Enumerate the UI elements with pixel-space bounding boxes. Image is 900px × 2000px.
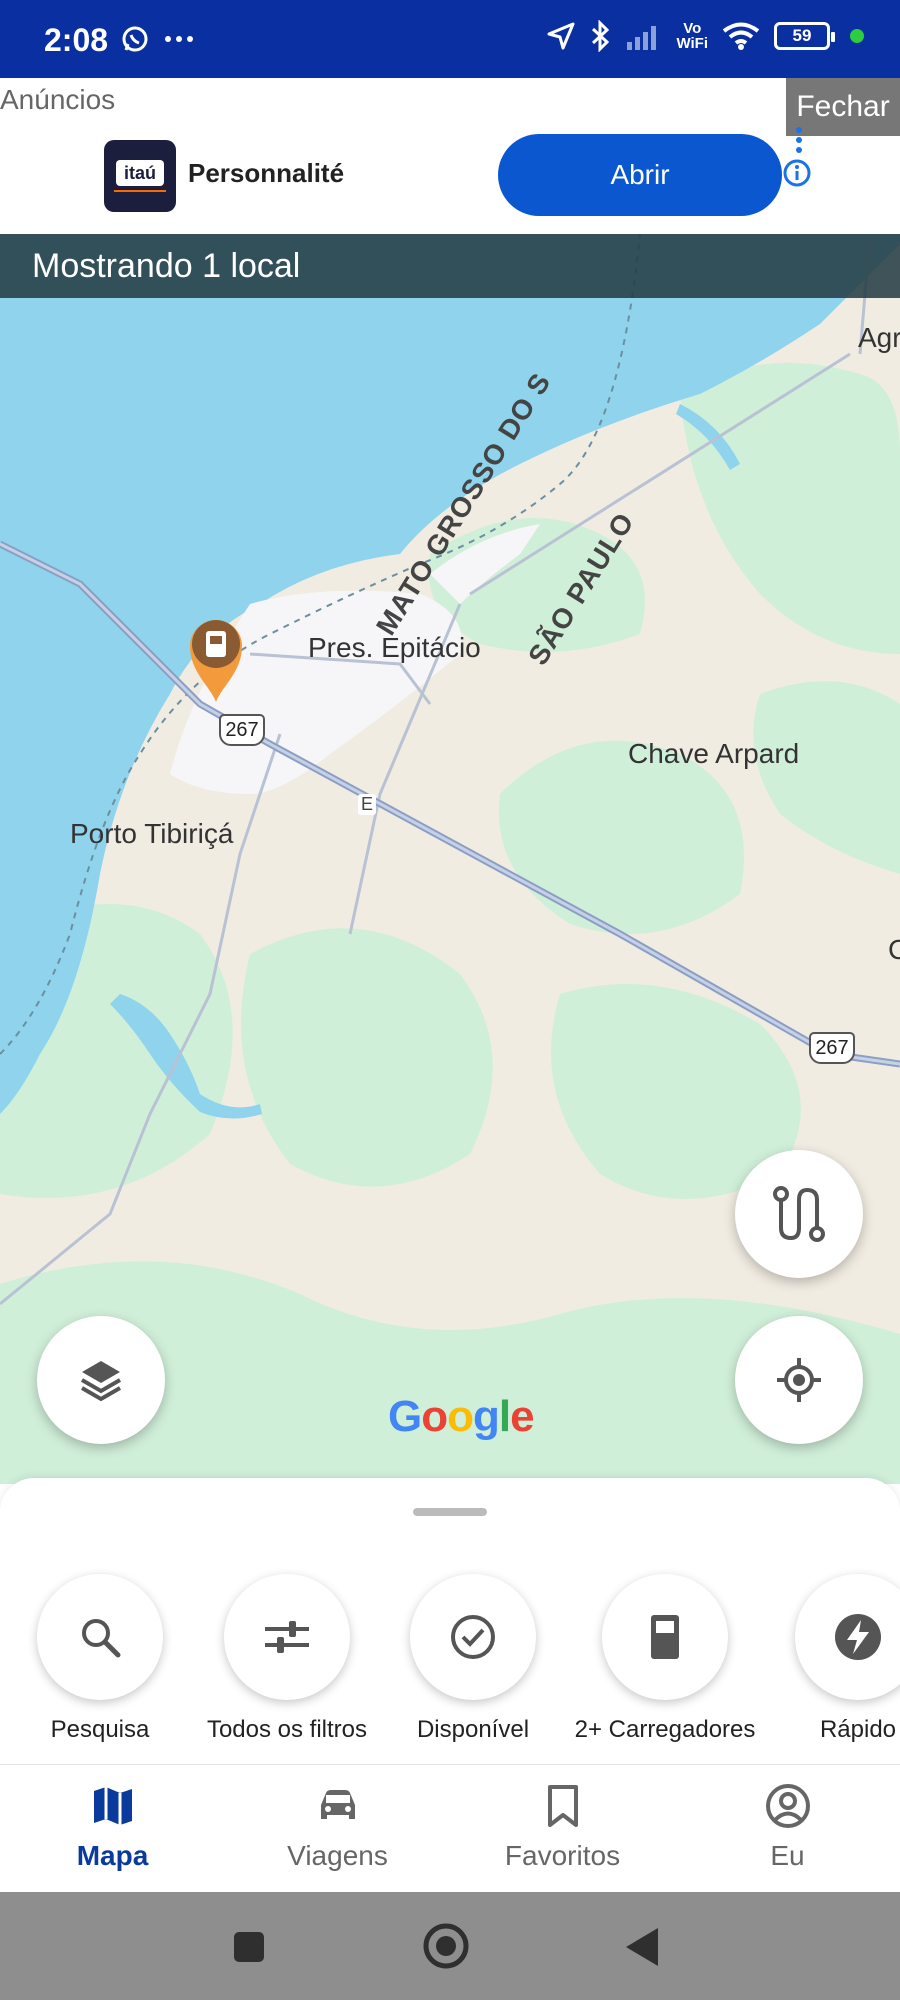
ad-banner: Anúncios Fechar itaú Personnalité Abrir <box>0 78 900 234</box>
ad-options-icon[interactable] <box>794 126 804 156</box>
search-icon <box>82 1619 121 1658</box>
recents-icon[interactable] <box>232 1930 266 1964</box>
route-button[interactable] <box>735 1150 863 1278</box>
filter-chip-label: Pesquisa <box>50 1716 150 1743</box>
google-letter: o <box>421 1392 448 1441</box>
map-label-porto-tibirica[interactable]: Porto Tibiriçá <box>70 818 233 850</box>
map-view[interactable]: MATO GROSSO DO S SÃO PAULO Agr Pres. Epi… <box>0 234 900 1484</box>
ad-logo-text: itaú <box>116 160 164 186</box>
my-location-button[interactable] <box>735 1316 863 1444</box>
more-dots-icon <box>165 36 193 42</box>
filter-chip-circle[interactable] <box>602 1574 728 1700</box>
filter-chip-available[interactable]: Disponível <box>381 1574 565 1744</box>
location-arrow-icon <box>547 22 575 50</box>
road-marker-e: E <box>358 794 377 815</box>
ad-info-icon[interactable] <box>782 158 812 188</box>
filter-chip-circle[interactable] <box>37 1574 163 1700</box>
bolt-icon <box>835 1614 881 1660</box>
map-label-edge-c: C <box>888 934 900 965</box>
map-base <box>0 234 900 1484</box>
google-letter: l <box>498 1392 511 1441</box>
nav-tab-label: Favoritos <box>504 1840 621 1871</box>
filter-chip-label: Rápido <box>819 1716 897 1743</box>
layers-button[interactable] <box>37 1316 165 1444</box>
filter-sheet: Pesquisa Todos os filtros Disponível 2+ … <box>0 1478 900 1764</box>
charger-pin-icon[interactable] <box>184 612 248 704</box>
status-time: 2:08 <box>44 22 109 58</box>
home-icon[interactable] <box>422 1922 470 1970</box>
filter-chip-all-filters[interactable]: Todos os filtros <box>195 1574 379 1744</box>
ad-label: Anúncios <box>0 84 116 115</box>
map-icon <box>93 1787 132 1825</box>
nav-tab-label: Viagens <box>287 1840 388 1871</box>
vowifi-bottom: WiFi <box>676 35 708 52</box>
road-shield-267: 267 <box>809 1032 855 1064</box>
back-icon[interactable] <box>624 1926 660 1968</box>
filter-chip-fast[interactable]: Rápido <box>766 1574 900 1744</box>
filter-chip-2plus-chargers[interactable]: 2+ Carregadores <box>573 1574 757 1744</box>
bluetooth-icon <box>592 20 610 52</box>
results-count-banner: Mostrando 1 local <box>0 234 900 298</box>
account-icon <box>765 1784 810 1828</box>
filter-chip-label: Disponível <box>416 1716 530 1743</box>
nav-tab-me[interactable]: Eu <box>675 1783 900 1872</box>
nav-tab-map[interactable]: Mapa <box>0 1783 225 1872</box>
fuel-pump-icon <box>651 1615 679 1659</box>
signal-icon <box>627 26 657 50</box>
filter-chip-circle[interactable] <box>410 1574 536 1700</box>
privacy-dot <box>850 29 864 43</box>
map-label-chave-arpard[interactable]: Chave Arpard <box>628 738 799 770</box>
nav-tab-trips[interactable]: Viagens <box>225 1783 450 1872</box>
wifi-icon <box>722 22 760 50</box>
sliders-icon <box>265 1621 309 1653</box>
bottom-navigation: Mapa Viagens Favoritos Eu <box>0 1764 900 1892</box>
google-letter: o <box>447 1392 474 1441</box>
filter-chip-circle[interactable] <box>224 1574 350 1700</box>
bookmark-icon <box>547 1785 578 1827</box>
filter-chip-circle[interactable] <box>795 1574 900 1700</box>
map-label-agr: Agr <box>858 322 900 353</box>
filter-chip-search[interactable]: Pesquisa <box>8 1574 192 1744</box>
nav-tab-favorites[interactable]: Favoritos <box>450 1783 675 1872</box>
status-bar: 2:08 Vo WiFi 59 <box>0 0 900 78</box>
filter-chip-label: Todos os filtros <box>206 1716 368 1743</box>
screen: 2:08 Vo WiFi 59 Anúncios Fechar itaú Pers… <box>0 0 900 2000</box>
map-label-pres-epitacio[interactable]: Pres. Epitácio <box>308 632 481 664</box>
layers-icon <box>80 1361 122 1402</box>
sheet-drag-handle[interactable] <box>413 1508 487 1516</box>
crosshair-icon <box>777 1358 821 1402</box>
whatsapp-icon <box>122 26 148 52</box>
status-left-icons <box>120 24 194 54</box>
vowifi-indicator: Vo WiFi <box>676 21 708 51</box>
ad-logo-stripe <box>114 190 166 192</box>
road-shield-267: 267 <box>219 714 265 746</box>
ad-brand[interactable]: Personnalité <box>188 158 344 189</box>
google-letter: g <box>473 1392 500 1441</box>
status-right-icons: Vo WiFi 59 <box>546 20 864 52</box>
google-logo: Google <box>388 1392 535 1442</box>
route-icon <box>773 1186 825 1242</box>
car-icon <box>320 1790 355 1819</box>
filter-chip-label: 2+ Carregadores <box>574 1716 756 1743</box>
check-circle-icon <box>451 1615 495 1659</box>
nav-tab-label: Mapa <box>76 1840 149 1871</box>
ad-logo[interactable]: itaú <box>104 140 176 212</box>
system-navigation-bar <box>0 1892 900 2000</box>
google-letter: e <box>510 1392 535 1441</box>
nav-tab-label: Eu <box>770 1840 805 1871</box>
vowifi-top: Vo <box>683 20 702 37</box>
battery-indicator: 59 <box>774 22 835 50</box>
ad-open-button[interactable]: Abrir <box>498 134 782 216</box>
google-letter: G <box>388 1392 422 1441</box>
